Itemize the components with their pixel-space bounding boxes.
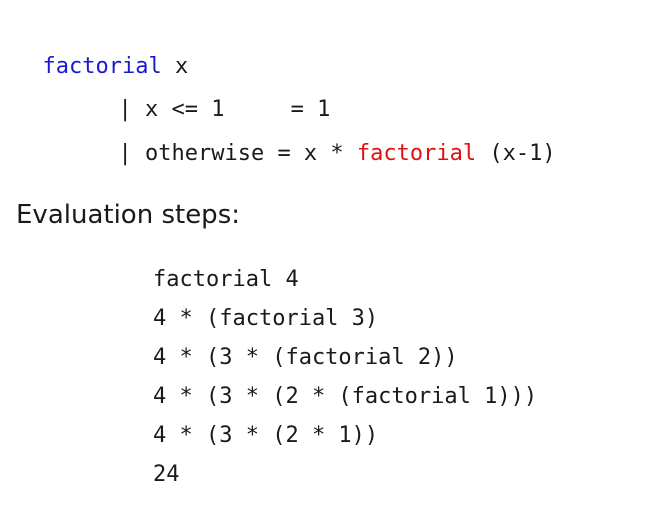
evaluation-step: 4 * (3 * (2 * (factorial 1)))	[153, 384, 538, 409]
evaluation-step: 4 * (3 * (factorial 2))	[153, 345, 458, 370]
evaluation-step: 24	[153, 462, 180, 487]
guard-otherwise-prefix: | otherwise = x *	[118, 141, 357, 166]
evaluation-step: 4 * (factorial 3)	[153, 306, 379, 331]
evaluation-step: factorial 4	[153, 267, 299, 292]
function-header: factorial x	[16, 22, 189, 79]
guard-otherwise-suffix: (x-1)	[476, 141, 556, 166]
guard-otherwise: | otherwise = x * factorial (x-1)	[92, 109, 556, 166]
recursive-call: factorial	[356, 141, 477, 166]
evaluation-heading: Evaluation steps:	[16, 200, 240, 230]
evaluation-step: 4 * (3 * (2 * 1))	[153, 423, 379, 448]
guard-base-case: | x <= 1 = 1	[92, 65, 331, 122]
